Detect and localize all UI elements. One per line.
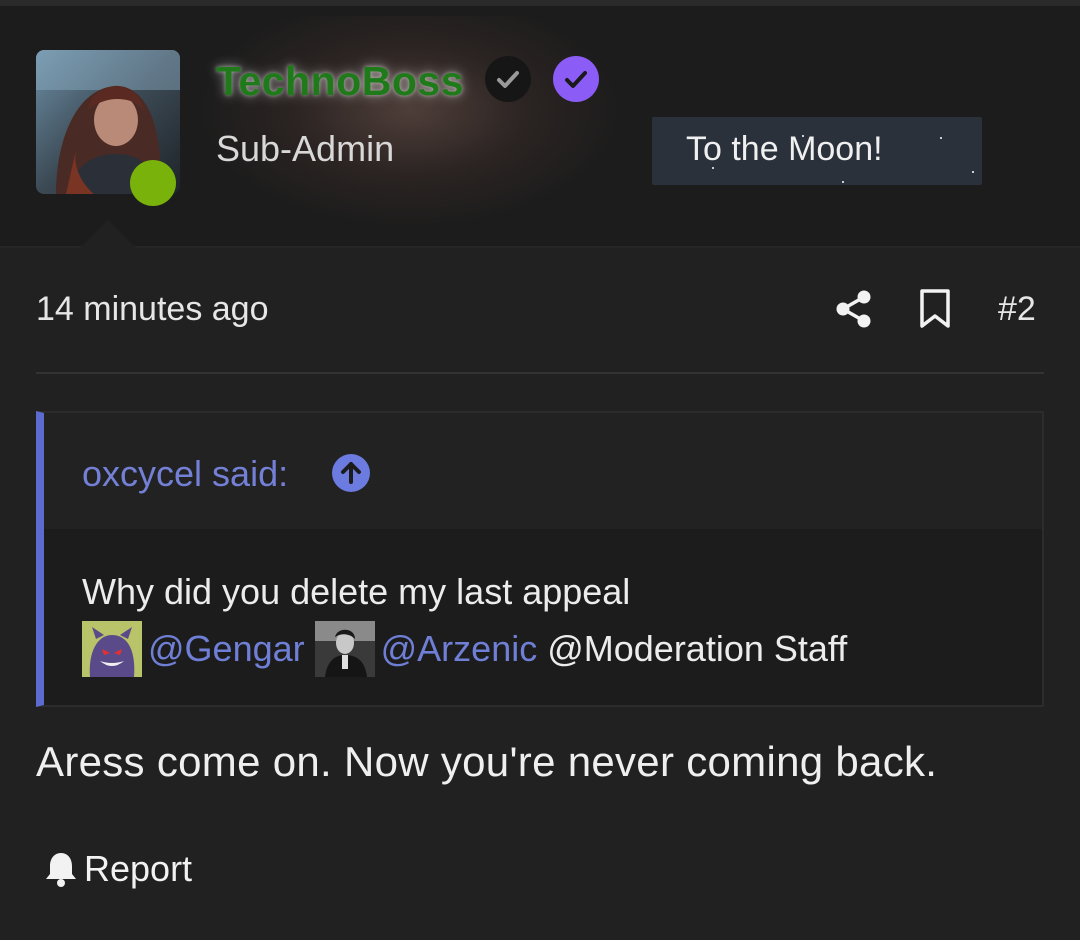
- mention-row: @Gengar @Arzenic @Moderation Staff: [82, 621, 847, 677]
- arrow-up-icon: [341, 462, 361, 484]
- star-decoration: [842, 181, 844, 183]
- share-icon: [836, 290, 871, 328]
- quote-text: Why did you delete my last appeal: [82, 571, 631, 612]
- banner-text: To the Moon!: [686, 130, 883, 168]
- username-glow: [200, 16, 620, 226]
- share-button[interactable]: [834, 288, 874, 330]
- post-timestamp[interactable]: 14 minutes ago: [36, 290, 269, 329]
- online-status-indicator: [130, 160, 176, 206]
- username[interactable]: TechnoBoss: [216, 58, 464, 105]
- mention-gengar[interactable]: @Gengar: [148, 628, 305, 669]
- check-icon: [565, 71, 587, 88]
- forum-post: TechnoBoss Sub-Admin To the Moon! 14 min…: [0, 0, 1080, 940]
- report-label: Report: [84, 848, 193, 889]
- verified-badge-purple[interactable]: [553, 56, 599, 102]
- star-decoration: [972, 171, 974, 173]
- quote-header: oxcycel said:: [44, 413, 1042, 529]
- post-number[interactable]: #2: [998, 290, 1036, 329]
- user-role: Sub-Admin: [216, 128, 395, 169]
- bookmark-button[interactable]: [916, 288, 954, 330]
- mention-avatar-arzenic[interactable]: [314, 621, 375, 677]
- post-body: Aress come on. Now you're never coming b…: [36, 738, 938, 785]
- verified-badge-dark[interactable]: [485, 56, 531, 102]
- mention-moderation-staff[interactable]: @Moderation Staff: [547, 628, 847, 669]
- mention-avatar-gengar[interactable]: [82, 621, 142, 677]
- report-button[interactable]: Report: [44, 844, 192, 894]
- bookmark-icon: [920, 289, 950, 328]
- header-pointer: [74, 220, 142, 254]
- bell-icon: [46, 853, 76, 887]
- divider: [36, 372, 1044, 374]
- star-decoration: [940, 137, 942, 139]
- user-header: TechnoBoss Sub-Admin To the Moon!: [0, 0, 1080, 254]
- user-banner: To the Moon!: [652, 117, 982, 185]
- jump-to-quote-button[interactable]: [332, 454, 370, 492]
- quote-block: oxcycel said: Why did you delete my last…: [36, 411, 1044, 707]
- mention-arzenic[interactable]: @Arzenic: [381, 628, 538, 669]
- check-icon: [497, 71, 519, 88]
- quote-author[interactable]: oxcycel said:: [82, 453, 288, 495]
